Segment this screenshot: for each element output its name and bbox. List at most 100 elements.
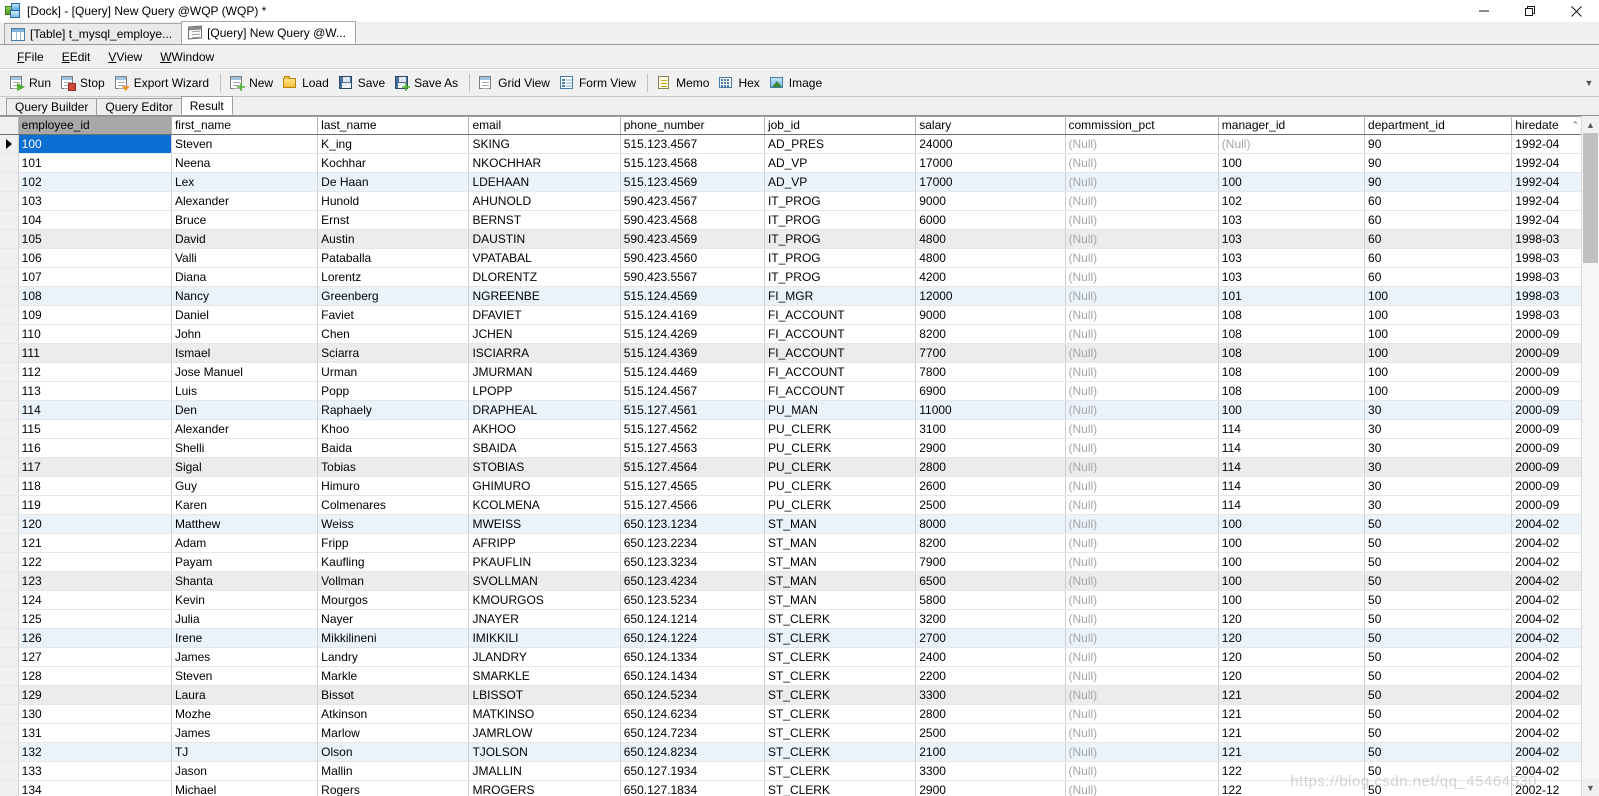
row-selector[interactable] (0, 229, 19, 249)
cell-email[interactable]: DRAPHEAL (468, 400, 621, 420)
row-selector[interactable] (0, 438, 19, 458)
cell-manager_id[interactable]: 114 (1218, 438, 1366, 458)
cell-commission_pct[interactable]: (Null) (1065, 647, 1219, 667)
cell-phone_number[interactable]: 590.423.4567 (620, 191, 765, 211)
menu-file[interactable]: FFile (8, 48, 53, 66)
cell-employee_id[interactable]: 121 (18, 533, 172, 553)
cell-job_id[interactable]: ST_MAN (764, 571, 917, 591)
cell-commission_pct[interactable]: (Null) (1065, 362, 1219, 382)
cell-job_id[interactable]: IT_PROG (764, 191, 917, 211)
cell-job_id[interactable]: ST_CLERK (764, 761, 917, 781)
cell-employee_id[interactable]: 116 (18, 438, 172, 458)
table-row[interactable]: 126 Irene Mikkilineni IMIKKILI 650.124.1224 S… (0, 628, 1581, 648)
cell-department_id[interactable]: 100 (1364, 305, 1513, 325)
table-row[interactable]: 128 Steven Markle SMARKLE 650.124.1434 ST_CLE… (0, 666, 1581, 686)
cell-last_name[interactable]: Urman (317, 362, 470, 382)
cell-first_name[interactable]: Sigal (171, 457, 319, 477)
cell-employee_id[interactable]: 124 (18, 590, 172, 610)
cell-commission_pct[interactable]: (Null) (1065, 723, 1219, 743)
table-row[interactable]: 124 Kevin Mourgos KMOURGOS 650.123.5234 ST_MA… (0, 590, 1581, 610)
cell-job_id[interactable]: FI_ACCOUNT (764, 343, 917, 363)
cell-commission_pct[interactable]: (Null) (1065, 191, 1219, 211)
cell-first_name[interactable]: Guy (171, 476, 319, 496)
cell-last_name[interactable]: Khoo (317, 419, 470, 439)
cell-salary[interactable]: 7900 (915, 552, 1066, 572)
cell-hiredate[interactable]: 1992-04 (1511, 191, 1581, 211)
cell-commission_pct[interactable]: (Null) (1065, 609, 1219, 629)
cell-department_id[interactable]: 50 (1364, 590, 1513, 610)
column-header-email[interactable]: email (468, 116, 621, 135)
minimize-button[interactable] (1461, 0, 1507, 22)
cell-hiredate[interactable]: 2000-09 (1511, 438, 1581, 458)
cell-manager_id[interactable]: (Null) (1218, 134, 1366, 154)
cell-manager_id[interactable]: 100 (1218, 514, 1366, 534)
cell-job_id[interactable]: IT_PROG (764, 210, 917, 230)
cell-hiredate[interactable]: 1992-04 (1511, 210, 1581, 230)
cell-employee_id[interactable]: 107 (18, 267, 172, 287)
menu-edit[interactable]: EEdit (53, 48, 100, 66)
cell-hiredate[interactable]: 1992-04 (1511, 134, 1581, 154)
cell-commission_pct[interactable]: (Null) (1065, 305, 1219, 325)
cell-phone_number[interactable]: 650.124.8234 (620, 742, 765, 762)
cell-commission_pct[interactable]: (Null) (1065, 514, 1219, 534)
cell-last_name[interactable]: Atkinson (317, 704, 470, 724)
column-header-employee_id[interactable]: employee_id (18, 116, 172, 135)
cell-manager_id[interactable]: 100 (1218, 153, 1366, 173)
table-row[interactable]: 125 Julia Nayer JNAYER 650.124.1214 ST_CLERK 3… (0, 609, 1581, 629)
cell-salary[interactable]: 12000 (915, 286, 1066, 306)
cell-first_name[interactable]: Neena (171, 153, 319, 173)
cell-phone_number[interactable]: 650.123.1234 (620, 514, 765, 534)
cell-phone_number[interactable]: 650.123.5234 (620, 590, 765, 610)
cell-employee_id[interactable]: 129 (18, 685, 172, 705)
column-header-department_id[interactable]: department_id (1364, 116, 1513, 135)
cell-first_name[interactable]: Kevin (171, 590, 319, 610)
cell-salary[interactable]: 5800 (915, 590, 1066, 610)
cell-job_id[interactable]: ST_CLERK (764, 609, 917, 629)
cell-manager_id[interactable]: 120 (1218, 647, 1366, 667)
cell-hiredate[interactable]: 2004-02 (1511, 647, 1581, 667)
cell-hiredate[interactable]: 2000-09 (1511, 324, 1581, 344)
cell-salary[interactable]: 2700 (915, 628, 1066, 648)
cell-salary[interactable]: 24000 (915, 134, 1066, 154)
cell-job_id[interactable]: FI_ACCOUNT (764, 305, 917, 325)
cell-phone_number[interactable]: 650.124.1214 (620, 609, 765, 629)
cell-hiredate[interactable]: 2000-09 (1511, 400, 1581, 420)
cell-last_name[interactable]: Mikkilineni (317, 628, 470, 648)
cell-commission_pct[interactable]: (Null) (1065, 571, 1219, 591)
table-row[interactable]: 130 Mozhe Atkinson MATKINSO 650.124.6234 ST_C… (0, 704, 1581, 724)
cell-phone_number[interactable]: 650.123.3234 (620, 552, 765, 572)
cell-phone_number[interactable]: 590.423.4569 (620, 229, 765, 249)
cell-last_name[interactable]: Himuro (317, 476, 470, 496)
save-as-button[interactable]: Save As (391, 72, 464, 94)
cell-salary[interactable]: 9000 (915, 191, 1066, 211)
cell-phone_number[interactable]: 515.127.4564 (620, 457, 765, 477)
tab-query-editor[interactable]: Query Editor (96, 98, 182, 115)
cell-phone_number[interactable]: 515.124.4369 (620, 343, 765, 363)
cell-department_id[interactable]: 100 (1364, 362, 1513, 382)
cell-manager_id[interactable]: 108 (1218, 343, 1366, 363)
cell-salary[interactable]: 6500 (915, 571, 1066, 591)
cell-phone_number[interactable]: 650.127.1934 (620, 761, 765, 781)
cell-email[interactable]: JMALLIN (468, 761, 621, 781)
cell-department_id[interactable]: 30 (1364, 476, 1513, 496)
cell-manager_id[interactable]: 103 (1218, 248, 1366, 268)
cell-hiredate[interactable]: 2002-12 (1511, 780, 1581, 796)
cell-first_name[interactable]: Jason (171, 761, 319, 781)
cell-employee_id[interactable]: 100 (18, 134, 172, 154)
cell-hiredate[interactable]: 2000-09 (1511, 381, 1581, 401)
stop-button[interactable]: Stop (57, 72, 111, 94)
cell-last_name[interactable]: Tobias (317, 457, 470, 477)
cell-email[interactable]: NGREENBE (468, 286, 621, 306)
cell-department_id[interactable]: 100 (1364, 381, 1513, 401)
cell-hiredate[interactable]: 2004-02 (1511, 666, 1581, 686)
cell-department_id[interactable]: 60 (1364, 248, 1513, 268)
cell-department_id[interactable]: 60 (1364, 229, 1513, 249)
cell-employee_id[interactable]: 117 (18, 457, 172, 477)
memo-button[interactable]: Memo (653, 72, 715, 94)
table-row[interactable]: 133 Jason Mallin JMALLIN 650.127.1934 ST_CLER… (0, 761, 1581, 781)
cell-manager_id[interactable]: 100 (1218, 590, 1366, 610)
table-row[interactable]: 122 Payam Kaufling PKAUFLIN 650.123.3234 ST_M… (0, 552, 1581, 572)
cell-email[interactable]: LBISSOT (468, 685, 621, 705)
cell-first_name[interactable]: Luis (171, 381, 319, 401)
cell-first_name[interactable]: Den (171, 400, 319, 420)
